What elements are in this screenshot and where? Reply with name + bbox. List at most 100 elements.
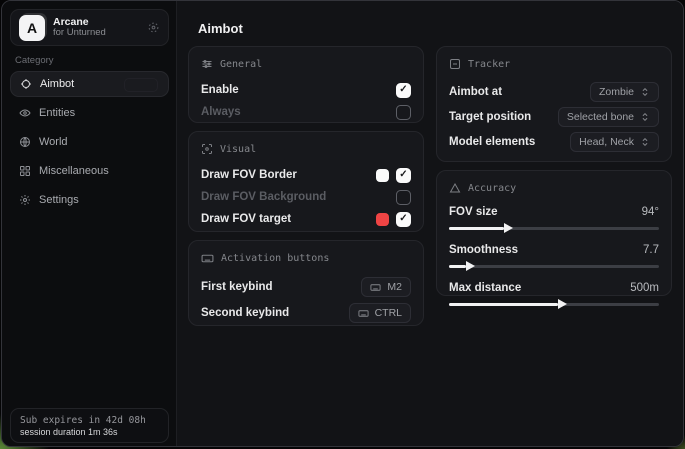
setting-label: Second keybind (201, 307, 289, 319)
fov-background-checkbox[interactable] (396, 190, 411, 205)
sliders-icon (201, 58, 213, 70)
setting-label: FOV size (449, 206, 498, 218)
fov-border-checkbox[interactable]: ✓ (396, 168, 411, 183)
slider-value: 94° (642, 206, 659, 218)
sidebar: A Arcane for Unturned Category Aimbot (2, 1, 177, 446)
setting-label: First keybind (201, 281, 273, 293)
crosshair-icon (20, 78, 32, 90)
sidebar-item-label: World (39, 136, 68, 148)
activation-card: Activation buttons First keybind M2 Seco… (188, 240, 424, 326)
setting-label: Target position (449, 111, 531, 123)
setting-label: Model elements (449, 136, 535, 148)
setting-label: Draw FOV Background (201, 191, 326, 203)
setting-row-first-keybind: First keybind M2 (201, 274, 411, 300)
setting-row-always: Always (201, 101, 411, 123)
card-title: Accuracy (468, 183, 516, 194)
select-value: Zombie (599, 86, 634, 98)
setting-label: Enable (201, 84, 239, 96)
card-title: General (220, 59, 262, 70)
triangle-icon (449, 182, 461, 194)
brand-logo: A (19, 15, 45, 41)
keybind-value: CTRL (375, 307, 402, 319)
keyboard-icon (201, 252, 214, 265)
setting-row-model-elements: Model elements Head, Neck (449, 129, 659, 154)
setting-row-aimbot-at: Aimbot at Zombie (449, 79, 659, 104)
setting-row-fov-border: Draw FOV Border ✓ (201, 164, 411, 186)
setting-row-enable: Enable ✓ (201, 79, 411, 101)
sidebar-item-label: Aimbot (40, 78, 74, 90)
slider-thumb[interactable] (504, 223, 513, 233)
keybind-hint-badge (124, 78, 158, 92)
eye-scan-icon (201, 143, 213, 155)
sidebar-item-label: Miscellaneous (39, 165, 109, 177)
target-position-select[interactable]: Selected bone (558, 107, 659, 127)
fov-size-slider-group: FOV size 94° (449, 203, 659, 230)
setting-label: Aimbot at (449, 86, 502, 98)
setting-label: Draw FOV Border (201, 169, 297, 181)
setting-row-target-position: Target position Selected bone (449, 104, 659, 129)
sub-expiry-text: Sub expires in 42d 08h (20, 415, 159, 426)
select-value: Selected bone (567, 111, 634, 123)
sidebar-item-entities[interactable]: Entities (10, 100, 169, 126)
enable-checkbox[interactable]: ✓ (396, 83, 411, 98)
globe-icon (19, 136, 31, 148)
main-panel: Aimbot General Enable ✓ Always (177, 1, 683, 446)
slider-value: 500m (630, 282, 659, 294)
general-card: General Enable ✓ Always (188, 46, 424, 123)
sidebar-nav: Aimbot Entities World (10, 71, 169, 216)
setting-label: Max distance (449, 282, 521, 294)
keybind-value: M2 (387, 281, 402, 293)
brand-card: A Arcane for Unturned (10, 9, 169, 46)
refresh-icon[interactable] (147, 21, 160, 34)
chevrons-up-down-icon (640, 87, 650, 97)
sidebar-item-label: Settings (39, 194, 79, 206)
setting-label: Draw FOV target (201, 213, 291, 225)
slider-thumb[interactable] (466, 261, 475, 271)
visual-card: Visual Draw FOV Border ✓ Draw FOV Backgr… (188, 131, 424, 232)
chevrons-up-down-icon (640, 112, 650, 122)
entities-icon (19, 107, 31, 119)
setting-row-second-keybind: Second keybind CTRL (201, 300, 411, 326)
chevrons-up-down-icon (640, 137, 650, 147)
setting-label: Smoothness (449, 244, 518, 256)
session-duration-text: session duration 1m 36s (20, 427, 159, 437)
app-window: A Arcane for Unturned Category Aimbot (1, 0, 684, 447)
keyboard-icon (358, 308, 369, 319)
model-elements-select[interactable]: Head, Neck (570, 132, 659, 152)
sidebar-item-miscellaneous[interactable]: Miscellaneous (10, 158, 169, 184)
sidebar-item-aimbot[interactable]: Aimbot (10, 71, 169, 97)
aimbot-at-select[interactable]: Zombie (590, 82, 659, 102)
sidebar-item-settings[interactable]: Settings (10, 187, 169, 213)
smoothness-slider[interactable] (449, 265, 659, 268)
card-title: Activation buttons (221, 253, 329, 264)
always-checkbox[interactable] (396, 105, 411, 120)
color-swatch-red[interactable] (376, 213, 389, 226)
second-keybind-button[interactable]: CTRL (349, 303, 411, 323)
first-keybind-button[interactable]: M2 (361, 277, 411, 297)
setting-label: Always (201, 106, 241, 118)
tracker-icon (449, 58, 461, 70)
accuracy-card: Accuracy FOV size 94° Smoothness 7.7 (436, 170, 672, 296)
card-title: Tracker (468, 59, 510, 70)
sidebar-item-world[interactable]: World (10, 129, 169, 155)
fov-size-slider[interactable] (449, 227, 659, 230)
color-swatch-white[interactable] (376, 169, 389, 182)
select-value: Head, Neck (579, 136, 634, 148)
setting-row-fov-background: Draw FOV Background (201, 186, 411, 208)
gear-icon (19, 194, 31, 206)
max-distance-slider-group: Max distance 500m (449, 279, 659, 306)
page-title: Aimbot (198, 21, 243, 36)
max-distance-slider[interactable] (449, 303, 659, 306)
smoothness-slider-group: Smoothness 7.7 (449, 241, 659, 268)
category-label: Category (15, 55, 54, 66)
tracker-card: Tracker Aimbot at Zombie Target position… (436, 46, 672, 162)
slider-value: 7.7 (643, 244, 659, 256)
fov-target-checkbox[interactable]: ✓ (396, 212, 411, 227)
sidebar-item-label: Entities (39, 107, 75, 119)
subscription-info: Sub expires in 42d 08h session duration … (10, 408, 169, 443)
grid-icon (19, 165, 31, 177)
brand-subtitle: for Unturned (53, 28, 139, 39)
setting-row-fov-target: Draw FOV target ✓ (201, 208, 411, 230)
slider-thumb[interactable] (558, 299, 567, 309)
card-title: Visual (220, 144, 256, 155)
